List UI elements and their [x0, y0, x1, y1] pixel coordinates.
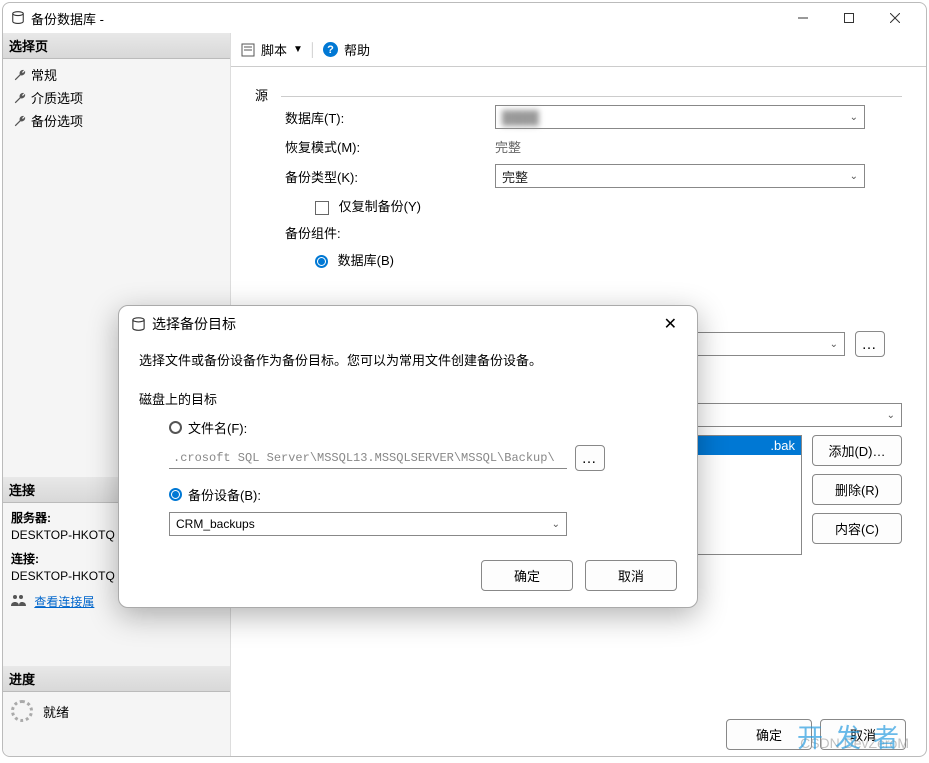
backup-type-combo[interactable]: 完整 ⌄ [495, 164, 865, 188]
component-db-label: 数据库(B) [338, 253, 394, 268]
sidebar-item-backup-options[interactable]: 备份选项 [3, 109, 230, 132]
help-icon: ? [323, 42, 338, 57]
window-controls [780, 3, 918, 33]
sidebar-page-list: 常规 介质选项 备份选项 [3, 59, 230, 136]
source-fieldset: 源 数据库(T): ████ ⌄ 恢复模式(M): 完整 备份类 [255, 85, 902, 269]
spinner-icon [11, 700, 33, 722]
watermark: 开发者 [797, 718, 911, 755]
toolbar: 脚本 ▼ │ ? 帮助 [231, 33, 926, 67]
file-radio[interactable] [169, 421, 182, 434]
sidebar-item-label: 常规 [31, 65, 57, 84]
modal-title: 选择备份目标 [152, 314, 656, 334]
database-value: ████ [502, 110, 539, 125]
device-value: CRM_backups [176, 517, 255, 531]
modal-titlebar: 选择备份目标 ✕ [119, 306, 697, 342]
file-browse-button[interactable]: … [575, 445, 605, 471]
remove-button[interactable]: 删除(R) [812, 474, 902, 505]
script-button[interactable]: 脚本 [261, 40, 287, 59]
database-combo[interactable]: ████ ⌄ [495, 105, 865, 129]
copy-only-checkbox[interactable] [315, 201, 329, 215]
disk-destination-label: 磁盘上的目标 [139, 389, 677, 408]
database-icon [11, 11, 25, 25]
titlebar: 备份数据库 - [3, 3, 926, 33]
chevron-down-icon: ⌄ [830, 339, 838, 350]
sidebar-item-label: 介质选项 [31, 88, 83, 107]
database-label: 数据库(T): [285, 108, 495, 127]
source-legend: 源 [255, 85, 274, 104]
device-label: 备份设备(B): [188, 485, 261, 504]
connection-value: DESKTOP-HKOTQ [11, 569, 115, 583]
backup-type-value: 完整 [502, 167, 528, 186]
script-dropdown-icon[interactable]: ▼ [293, 44, 303, 55]
copy-only-label: 仅复制备份(Y) [339, 199, 421, 214]
wrench-icon [13, 114, 27, 128]
progress-text: 就绪 [43, 702, 69, 721]
browse-button[interactable]: … [855, 331, 885, 357]
sidebar-header-pages: 选择页 [3, 33, 230, 59]
wrench-icon [13, 68, 27, 82]
people-icon [11, 594, 27, 606]
add-button[interactable]: 添加(D)… [812, 435, 902, 466]
select-backup-destination-dialog: 选择备份目标 ✕ 选择文件或备份设备作为备份目标。您可以为常用文件创建备份设备。… [118, 305, 698, 608]
file-path-input [169, 448, 567, 469]
recovery-value: 完整 [495, 137, 521, 156]
database-icon [131, 317, 146, 332]
help-button[interactable]: 帮助 [344, 40, 370, 59]
component-db-row: 数据库(B) [285, 250, 495, 269]
backup-type-label: 备份类型(K): [285, 167, 495, 186]
modal-ok-button[interactable]: 确定 [481, 560, 573, 591]
component-label: 备份组件: [285, 223, 495, 242]
modal-description: 选择文件或备份设备作为备份目标。您可以为常用文件创建备份设备。 [139, 350, 677, 369]
modal-cancel-button[interactable]: 取消 [585, 560, 677, 591]
chevron-down-icon: ⌄ [850, 171, 858, 182]
copy-only-row: 仅复制备份(Y) [285, 196, 495, 215]
close-button[interactable] [872, 3, 918, 33]
window-title: 备份数据库 - [31, 9, 780, 28]
sidebar-item-media[interactable]: 介质选项 [3, 86, 230, 109]
device-select[interactable]: CRM_backups ⌄ [169, 512, 567, 536]
modal-close-button[interactable]: ✕ [656, 310, 685, 338]
sidebar-item-label: 备份选项 [31, 111, 83, 130]
chevron-down-icon: ⌄ [552, 519, 560, 530]
recovery-label: 恢复模式(M): [285, 137, 495, 156]
component-db-radio[interactable] [315, 255, 328, 268]
wrench-icon [13, 91, 27, 105]
minimize-button[interactable] [780, 3, 826, 33]
chevron-down-icon: ⌄ [887, 410, 895, 421]
sidebar-header-progress: 进度 [3, 666, 230, 692]
file-label: 文件名(F): [188, 418, 247, 437]
progress-block: 就绪 [3, 692, 230, 730]
maximize-button[interactable] [826, 3, 872, 33]
server-value: DESKTOP-HKOTQ [11, 528, 115, 542]
chevron-down-icon: ⌄ [850, 112, 858, 123]
content-button[interactable]: 内容(C) [812, 513, 902, 544]
device-radio[interactable] [169, 488, 182, 501]
sidebar-item-general[interactable]: 常规 [3, 63, 230, 86]
view-connection-properties-link[interactable]: 查看连接属 [34, 593, 94, 610]
script-icon [241, 43, 255, 57]
